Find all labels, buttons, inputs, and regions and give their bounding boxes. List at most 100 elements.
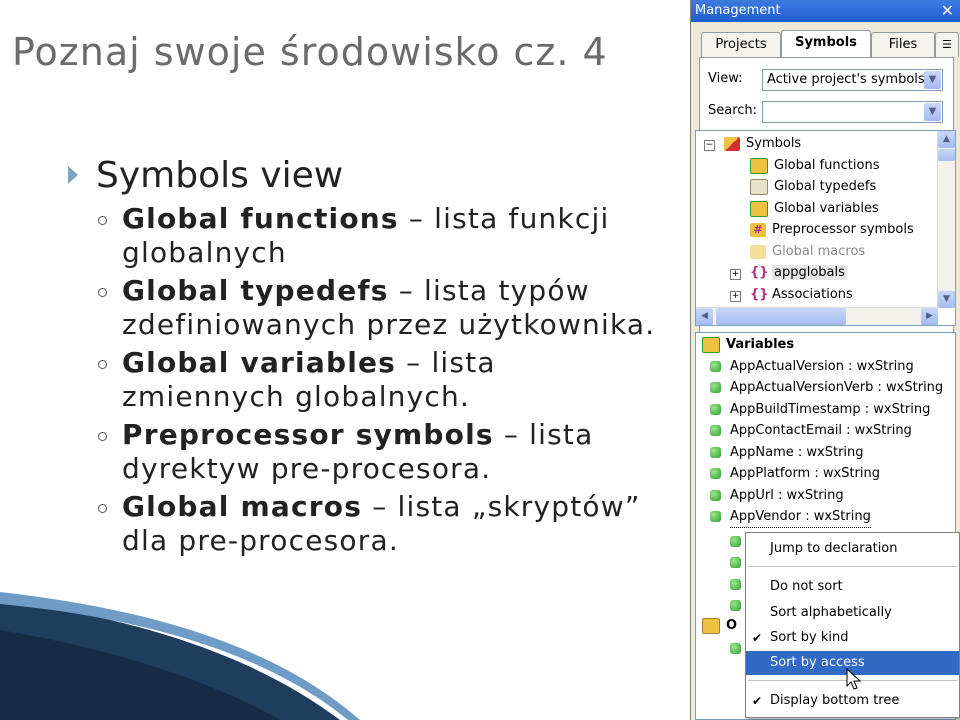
variable-icon bbox=[710, 382, 721, 393]
tree-node-label: Associations bbox=[772, 287, 853, 302]
checkmark-icon: ✔ bbox=[752, 694, 763, 708]
menu-item-label: Jump to declaration bbox=[770, 541, 898, 556]
menu-item-display-bottom-tree[interactable]: ✔ Display bottom tree bbox=[746, 689, 959, 713]
chevron-down-icon[interactable]: ▼ bbox=[924, 103, 941, 121]
list-item-label: AppActualVersion : wxString bbox=[730, 359, 914, 374]
collapse-icon[interactable]: − bbox=[704, 140, 715, 151]
tree-node-global-functions[interactable]: Global functions bbox=[750, 155, 879, 176]
menu-item-label: Display bottom tree bbox=[770, 693, 900, 708]
tree-node-associations[interactable]: {} Associations bbox=[750, 284, 853, 305]
sub-bullet: Global macros – lista „skryptów” dla pre… bbox=[68, 490, 668, 558]
preprocessor-folder-icon: # bbox=[750, 222, 766, 237]
list-item[interactable]: AppBuildTimestamp : wxString bbox=[710, 399, 931, 420]
variables-folder-icon bbox=[702, 336, 720, 353]
list-item[interactable]: AppUrl : wxString bbox=[710, 485, 844, 506]
sub-bullet-term: Global macros bbox=[122, 490, 363, 523]
panel-titlebar: Management ✕ bbox=[691, 0, 960, 22]
decorative-swoosh bbox=[0, 592, 360, 720]
list-item[interactable]: AppPlatform : wxString bbox=[710, 463, 880, 484]
tree-node-label: Global variables bbox=[774, 201, 879, 216]
symbols-folder-icon bbox=[724, 136, 740, 151]
list-item[interactable]: AppContactEmail : wxString bbox=[710, 420, 912, 441]
tree-node-global-variables[interactable]: Global variables bbox=[750, 198, 879, 219]
tree-node-appglobals[interactable]: {} appglobals bbox=[750, 262, 847, 283]
tab-menu-icon[interactable]: ☰ bbox=[935, 32, 959, 57]
list-item-label: AppBuildTimestamp : wxString bbox=[730, 402, 931, 417]
tab-symbols[interactable]: Symbols bbox=[781, 30, 871, 58]
list-item-label: AppVendor : wxString bbox=[730, 509, 871, 524]
ring-bullet-icon bbox=[98, 216, 107, 225]
sub-bullet-term: Global functions bbox=[122, 202, 399, 235]
scroll-thumb[interactable] bbox=[938, 149, 955, 161]
namespace-icon: {} bbox=[750, 286, 769, 302]
list-item-label: AppContactEmail : wxString bbox=[730, 423, 912, 438]
functions-folder-icon bbox=[750, 157, 768, 174]
menu-separator bbox=[748, 566, 957, 567]
tab-files[interactable]: Files bbox=[871, 32, 935, 57]
variable-icon bbox=[730, 579, 741, 590]
sub-bullet-term: Global typedefs bbox=[122, 274, 389, 307]
other-group-label: O bbox=[726, 618, 738, 633]
tree-node-preprocessor-symbols[interactable]: # Preprocessor symbols bbox=[750, 219, 914, 240]
scroll-right-icon[interactable]: ▶ bbox=[921, 308, 938, 325]
tree-node-label: Preprocessor symbols bbox=[772, 222, 914, 237]
list-item-selected[interactable]: AppVendor : wxString bbox=[710, 506, 871, 528]
variables-header[interactable]: Variables bbox=[702, 334, 794, 355]
search-input[interactable]: ▼ bbox=[762, 101, 943, 123]
chevron-down-icon[interactable]: ▼ bbox=[924, 71, 941, 89]
namespace-icon: {} bbox=[750, 264, 769, 280]
variable-icon bbox=[730, 536, 741, 547]
scroll-up-icon[interactable]: ▲ bbox=[938, 131, 955, 148]
tree-node-label: appglobals bbox=[772, 265, 847, 280]
variable-icon bbox=[730, 600, 741, 611]
tree-node-global-macros[interactable]: Global macros bbox=[750, 241, 865, 262]
list-item-label: AppPlatform : wxString bbox=[730, 466, 880, 481]
bullet-symbols-view: Symbols view bbox=[68, 150, 668, 202]
menu-item-label: Sort by kind bbox=[770, 630, 849, 645]
sub-bullet: Global typedefs – lista typów zdefiniowa… bbox=[68, 274, 668, 342]
list-item[interactable]: AppName : wxString bbox=[710, 442, 864, 463]
menu-item-jump-to-declaration[interactable]: Jump to declaration bbox=[746, 537, 959, 561]
scroll-down-icon[interactable]: ▼ bbox=[938, 291, 955, 308]
tab-bar: Projects Symbols Files ☰ bbox=[699, 30, 959, 58]
expand-icon[interactable]: + bbox=[730, 291, 741, 302]
search-label: Search: bbox=[708, 103, 758, 118]
scroll-thumb[interactable] bbox=[716, 308, 846, 325]
tree-node-symbols[interactable]: Symbols bbox=[724, 133, 801, 154]
slide-title: Poznaj swoje środowisko cz. 4 bbox=[12, 30, 608, 74]
tree-node-global-typedefs[interactable]: Global typedefs bbox=[750, 176, 876, 197]
variables-title: Variables bbox=[726, 337, 795, 352]
scroll-left-icon[interactable]: ◀ bbox=[696, 308, 713, 325]
list-item-label: AppActualVersionVerb : wxString bbox=[730, 380, 944, 395]
variable-icon bbox=[710, 447, 721, 458]
tree-vertical-scrollbar[interactable]: ▲ ▼ bbox=[937, 131, 955, 308]
view-select[interactable]: Active project's symbols ▼ bbox=[762, 69, 943, 91]
list-item[interactable]: AppActualVersion : wxString bbox=[710, 356, 914, 377]
menu-item-do-not-sort[interactable]: Do not sort bbox=[746, 575, 959, 599]
ring-bullet-icon bbox=[98, 360, 107, 369]
mouse-cursor-icon bbox=[846, 668, 862, 690]
ring-bullet-icon bbox=[98, 432, 107, 441]
menu-item-sort-alphabetically[interactable]: Sort alphabetically bbox=[746, 601, 959, 625]
variable-icon bbox=[730, 643, 741, 654]
variables-folder-icon bbox=[750, 200, 768, 217]
ring-bullet-icon bbox=[98, 504, 107, 513]
view-select-value: Active project's symbols bbox=[767, 72, 925, 87]
other-group-header[interactable]: O bbox=[702, 615, 737, 636]
sub-bullet: Global functions – lista funkcji globaln… bbox=[68, 202, 668, 270]
close-icon[interactable]: ✕ bbox=[941, 0, 954, 22]
sub-bullet-term: Global variables bbox=[122, 346, 397, 379]
menu-item-sort-by-kind[interactable]: ✔ Sort by kind bbox=[746, 626, 959, 650]
expand-icon[interactable]: + bbox=[730, 269, 741, 280]
list-item-label: AppUrl : wxString bbox=[730, 488, 844, 503]
list-item[interactable]: AppActualVersionVerb : wxString bbox=[710, 377, 944, 398]
bullet-list: Symbols view Global functions – lista fu… bbox=[68, 150, 668, 562]
tree-horizontal-scrollbar[interactable]: ◀ ▶ bbox=[696, 307, 938, 325]
macros-folder-icon bbox=[750, 244, 766, 259]
variable-icon bbox=[730, 557, 741, 568]
symbols-tree: − Symbols Global functions Global typede… bbox=[695, 130, 956, 326]
tab-projects[interactable]: Projects bbox=[701, 32, 781, 57]
sub-bullet: Global variables – lista zmiennych globa… bbox=[68, 346, 668, 414]
ring-bullet-icon bbox=[98, 288, 107, 297]
panel-title: Management bbox=[695, 3, 781, 18]
